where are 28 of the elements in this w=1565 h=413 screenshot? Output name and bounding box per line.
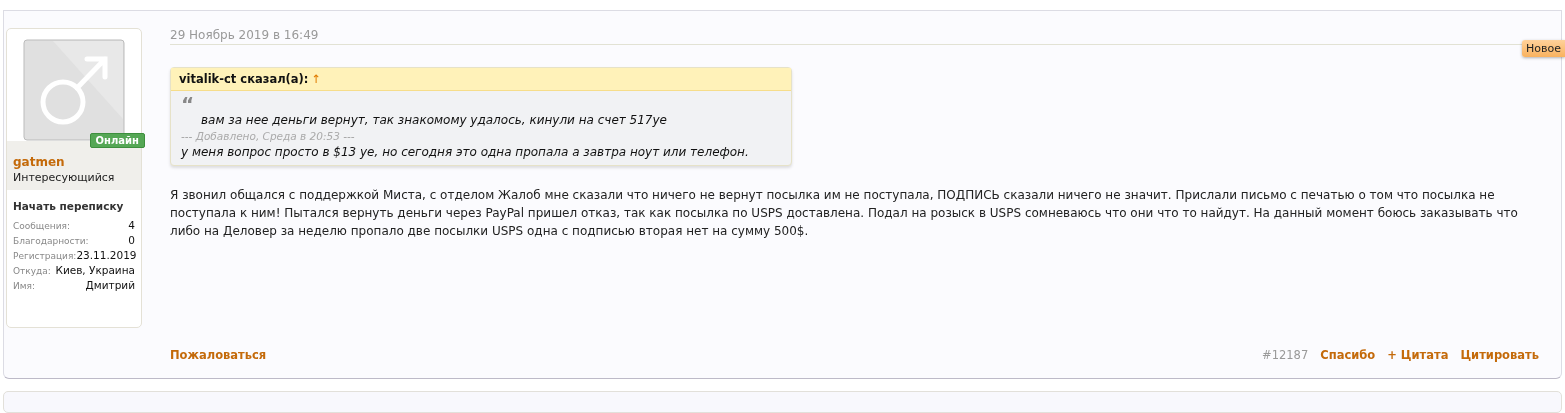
stat-label: Регистрация: <box>13 251 77 261</box>
quote-text: у меня вопрос просто в $13 уе, но сегодня это одна пропала а завтра ноут или телефон. <box>181 145 750 159</box>
stat-label: Благодарности: <box>13 236 89 246</box>
quote-text: вам за нее деньги вернут, так знакомому удалось, кинули на счет 517уе <box>200 113 668 127</box>
stat-value: 4 <box>128 219 135 231</box>
post-body: Я звонил общался с поддержкой Миста, с отделом Жалоб мне сказали что ничего не вернут посылка им не поступала, ПОДПИСЬ сказали ничего не значит. Прислали письмо с печатью о том что посылка не поступала к ним! Пытался вернуть деньги через PayPal пришел отказ, так как посылка по USPS доставлена. Подал на розыск в USPS сомневаюсь что они что то найдут. На данный момент боюсь заказывать что либо на Деловер за неделю пропало две посылки USPS одна с подписью вторая нет на сумму 500$. <box>170 187 1519 240</box>
post-date: 29 Ноябрь 2019 в 16:49 <box>170 28 1539 45</box>
post-number[interactable]: #12187 <box>1262 348 1309 363</box>
quote-mark: “ <box>181 98 196 110</box>
stat-label: Имя: <box>13 281 35 291</box>
stat-value: Киев, Украина <box>55 264 135 276</box>
added-note: --- Добавлено, Среда в 20:53 --- <box>181 130 356 142</box>
start-conversation-link[interactable]: Начать переписку <box>13 200 135 212</box>
post-action-link[interactable]: Цитировать <box>1460 348 1539 363</box>
stat-label: Откуда: <box>13 266 51 276</box>
post-action-link[interactable]: Спасибо <box>1320 348 1376 363</box>
stat-value: 23.11.2019 <box>76 249 137 261</box>
username-link[interactable]: gatmen <box>13 155 135 169</box>
new-badge: Новое <box>1522 40 1565 57</box>
quote-author: vitalik-ct сказал(а): <box>179 72 309 86</box>
post-action-link[interactable]: + Цитата <box>1387 348 1449 363</box>
report-link[interactable]: Пожаловаться <box>170 348 267 363</box>
stat-label: Сообщения: <box>13 221 71 231</box>
user-rank: Интересующийся <box>13 171 116 184</box>
online-badge: Онлайн <box>89 133 145 148</box>
stat-value: 0 <box>128 234 135 246</box>
stat-value: Дмитрий <box>85 279 135 291</box>
jump-link[interactable]: ↑ <box>311 72 322 86</box>
